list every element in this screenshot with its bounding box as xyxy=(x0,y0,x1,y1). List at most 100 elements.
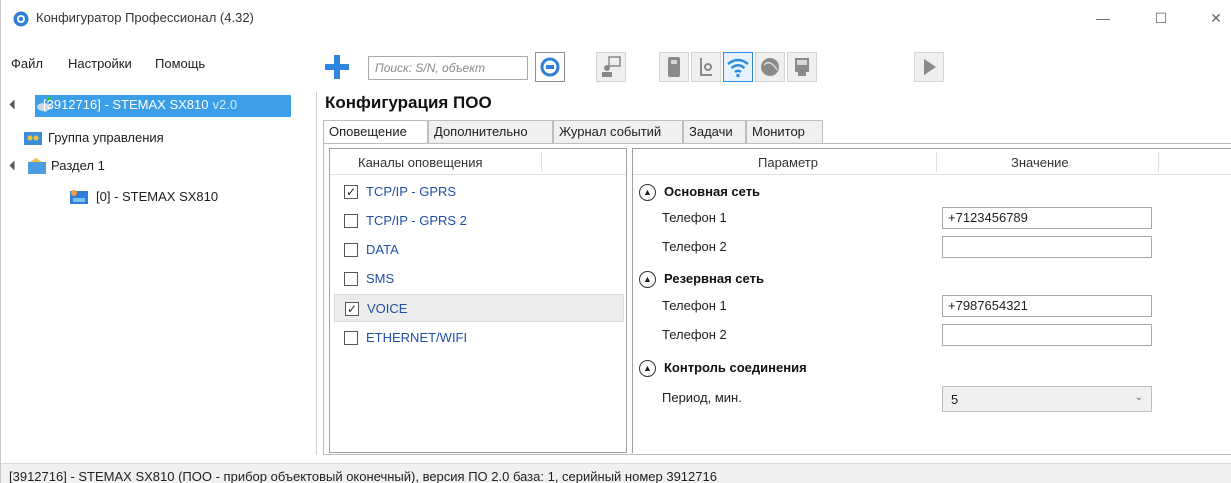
tab-tasks[interactable]: Задачи xyxy=(683,120,746,144)
tree-item-object-label: [0] - STEMAX SX810 xyxy=(96,189,219,204)
add-device-button[interactable] xyxy=(322,52,352,82)
backup-phone-2-input[interactable] xyxy=(942,324,1152,346)
param-label: Телефон 2 xyxy=(662,327,727,342)
tab-additional[interactable]: Дополнительно xyxy=(428,120,553,144)
period-select[interactable]: 5 ⌄ xyxy=(942,386,1152,412)
add-icon xyxy=(325,55,349,79)
group-label: Контроль соединения xyxy=(664,360,807,375)
app-window: Конфигуратор Профессионал (4.32) — ☐ ✕ Ф… xyxy=(0,0,1231,483)
param-label: Телефон 1 xyxy=(662,210,727,225)
channel-item[interactable]: ETHERNET/WIFI xyxy=(334,324,624,352)
ethernet-button[interactable] xyxy=(755,52,785,82)
backup-phone-1-input[interactable]: +7987654321 xyxy=(942,295,1152,317)
wifi-icon xyxy=(727,58,749,78)
notification-channels-list: Каналы оповещения ✓ TCP/IP - GPRS TCP/IP… xyxy=(329,148,627,453)
search-device-button[interactable] xyxy=(535,52,565,82)
param-row: Телефон 2 xyxy=(633,235,1231,259)
section-icon xyxy=(28,158,46,174)
expand-arrow-icon[interactable] xyxy=(9,99,20,110)
title-bar: Конфигуратор Профессионал (4.32) — ☐ ✕ xyxy=(1,0,1231,38)
phone-button[interactable] xyxy=(691,52,721,82)
window-title: Конфигуратор Профессионал (4.32) xyxy=(36,10,254,25)
device-name: [3912716] - STEMAX SX810 xyxy=(43,97,209,112)
app-logo-icon xyxy=(13,11,29,27)
channel-label: ETHERNET/WIFI xyxy=(366,330,468,345)
tree-item-section-label: Раздел 1 xyxy=(51,158,105,173)
user-icon xyxy=(602,56,621,77)
tree-item-group-label: Группа управления xyxy=(48,130,164,145)
user-button[interactable] xyxy=(596,52,626,82)
tree-item-device-label: [3912716] - STEMAX SX810 v2.0 xyxy=(43,97,237,112)
channel-checkbox[interactable] xyxy=(344,272,358,286)
status-text: [3912716] - STEMAX SX810 (ПОО - прибор о… xyxy=(9,469,717,483)
tab-event-log[interactable]: Журнал событий xyxy=(553,120,683,144)
search-input[interactable]: Поиск: S/N, объект xyxy=(368,56,528,80)
channel-checkbox[interactable] xyxy=(344,243,358,257)
column-divider xyxy=(1158,152,1159,172)
channel-item[interactable]: ✓ TCP/IP - GPRS xyxy=(334,178,624,206)
run-button[interactable] xyxy=(914,52,944,82)
main-phone-2-input[interactable] xyxy=(942,236,1152,258)
menu-file[interactable]: Файл xyxy=(11,56,43,71)
device-button[interactable] xyxy=(787,52,817,82)
close-button[interactable]: ✕ xyxy=(1196,6,1231,30)
period-select-value: 5 xyxy=(951,392,959,407)
play-icon xyxy=(924,59,936,75)
channel-item[interactable]: TCP/IP - GPRS 2 xyxy=(334,207,624,235)
phone-icon xyxy=(700,58,712,76)
device-icon xyxy=(795,58,809,76)
channel-label: TCP/IP - GPRS 2 xyxy=(366,213,467,228)
channel-item[interactable]: SMS xyxy=(334,265,624,293)
object-icon xyxy=(70,190,88,204)
expand-arrow-icon[interactable] xyxy=(9,160,20,171)
status-bar: [3912716] - STEMAX SX810 (ПОО - прибор о… xyxy=(1,463,1231,483)
channel-checkbox[interactable] xyxy=(344,331,358,345)
tab-notification[interactable]: Оповещение xyxy=(323,120,428,145)
maximize-button[interactable]: ☐ xyxy=(1141,6,1181,30)
param-label: Телефон 1 xyxy=(662,298,727,313)
globe-icon xyxy=(761,58,779,76)
collapse-icon[interactable]: ▲ xyxy=(639,271,656,288)
param-label: Телефон 2 xyxy=(662,239,727,254)
minimize-button[interactable]: — xyxy=(1083,6,1123,30)
channel-label: DATA xyxy=(366,242,399,257)
group-label: Основная сеть xyxy=(664,184,761,199)
channel-label: TCP/IP - GPRS xyxy=(366,184,457,199)
chevron-down-icon: ⌄ xyxy=(1134,392,1143,403)
group-label: Резервная сеть xyxy=(664,271,764,286)
device-version: v2.0 xyxy=(212,97,238,112)
usb-icon xyxy=(668,57,680,77)
wifi-button[interactable] xyxy=(723,52,753,82)
parameters-header: Параметр Значение xyxy=(633,149,1231,175)
collapse-icon[interactable]: ▲ xyxy=(639,184,656,201)
column-divider xyxy=(936,152,937,172)
collapse-icon[interactable]: ▲ xyxy=(639,360,656,377)
channel-checkbox[interactable] xyxy=(344,214,358,228)
channel-label: VOICE xyxy=(367,301,408,316)
main-phone-1-input[interactable]: +7123456789 xyxy=(942,207,1152,229)
menu-help[interactable]: Помощь xyxy=(155,56,205,71)
group-icon xyxy=(24,132,42,145)
channel-item[interactable]: DATA xyxy=(334,236,624,264)
channel-checkbox[interactable]: ✓ xyxy=(345,302,359,316)
param-label: Период, мин. xyxy=(662,390,742,405)
usb-button[interactable] xyxy=(659,52,689,82)
channel-checkbox[interactable]: ✓ xyxy=(344,185,358,199)
channels-header: Каналы оповещения xyxy=(330,149,626,175)
channels-header-label: Каналы оповещения xyxy=(358,155,483,170)
device-tree: [3912716] - STEMAX SX810 v2.0 Группа упра… xyxy=(1,92,317,455)
page-title: Конфигурация ПОО xyxy=(325,93,492,112)
column-divider xyxy=(541,152,542,172)
column-header-parameter: Параметр xyxy=(758,155,818,170)
tree-item-device[interactable]: [3912716] - STEMAX SX810 v2.0 xyxy=(9,95,291,117)
tab-monitor[interactable]: Монитор xyxy=(746,120,823,144)
menu-settings[interactable]: Настройки xyxy=(68,56,132,71)
parameters-grid: Параметр Значение ▲ Основная сеть Телефо… xyxy=(632,148,1231,453)
channel-item-selected[interactable]: ✓ VOICE xyxy=(334,294,624,322)
toolbar: Поиск: S/N, объект xyxy=(319,48,1019,88)
param-row: Телефон 1 +7123456789 xyxy=(633,206,1231,230)
param-row: Период, мин. 5 ⌄ xyxy=(633,386,1231,412)
search-device-icon xyxy=(540,57,560,77)
param-row: Телефон 1 +7987654321 xyxy=(633,294,1231,318)
column-header-value: Значение xyxy=(1011,155,1069,170)
